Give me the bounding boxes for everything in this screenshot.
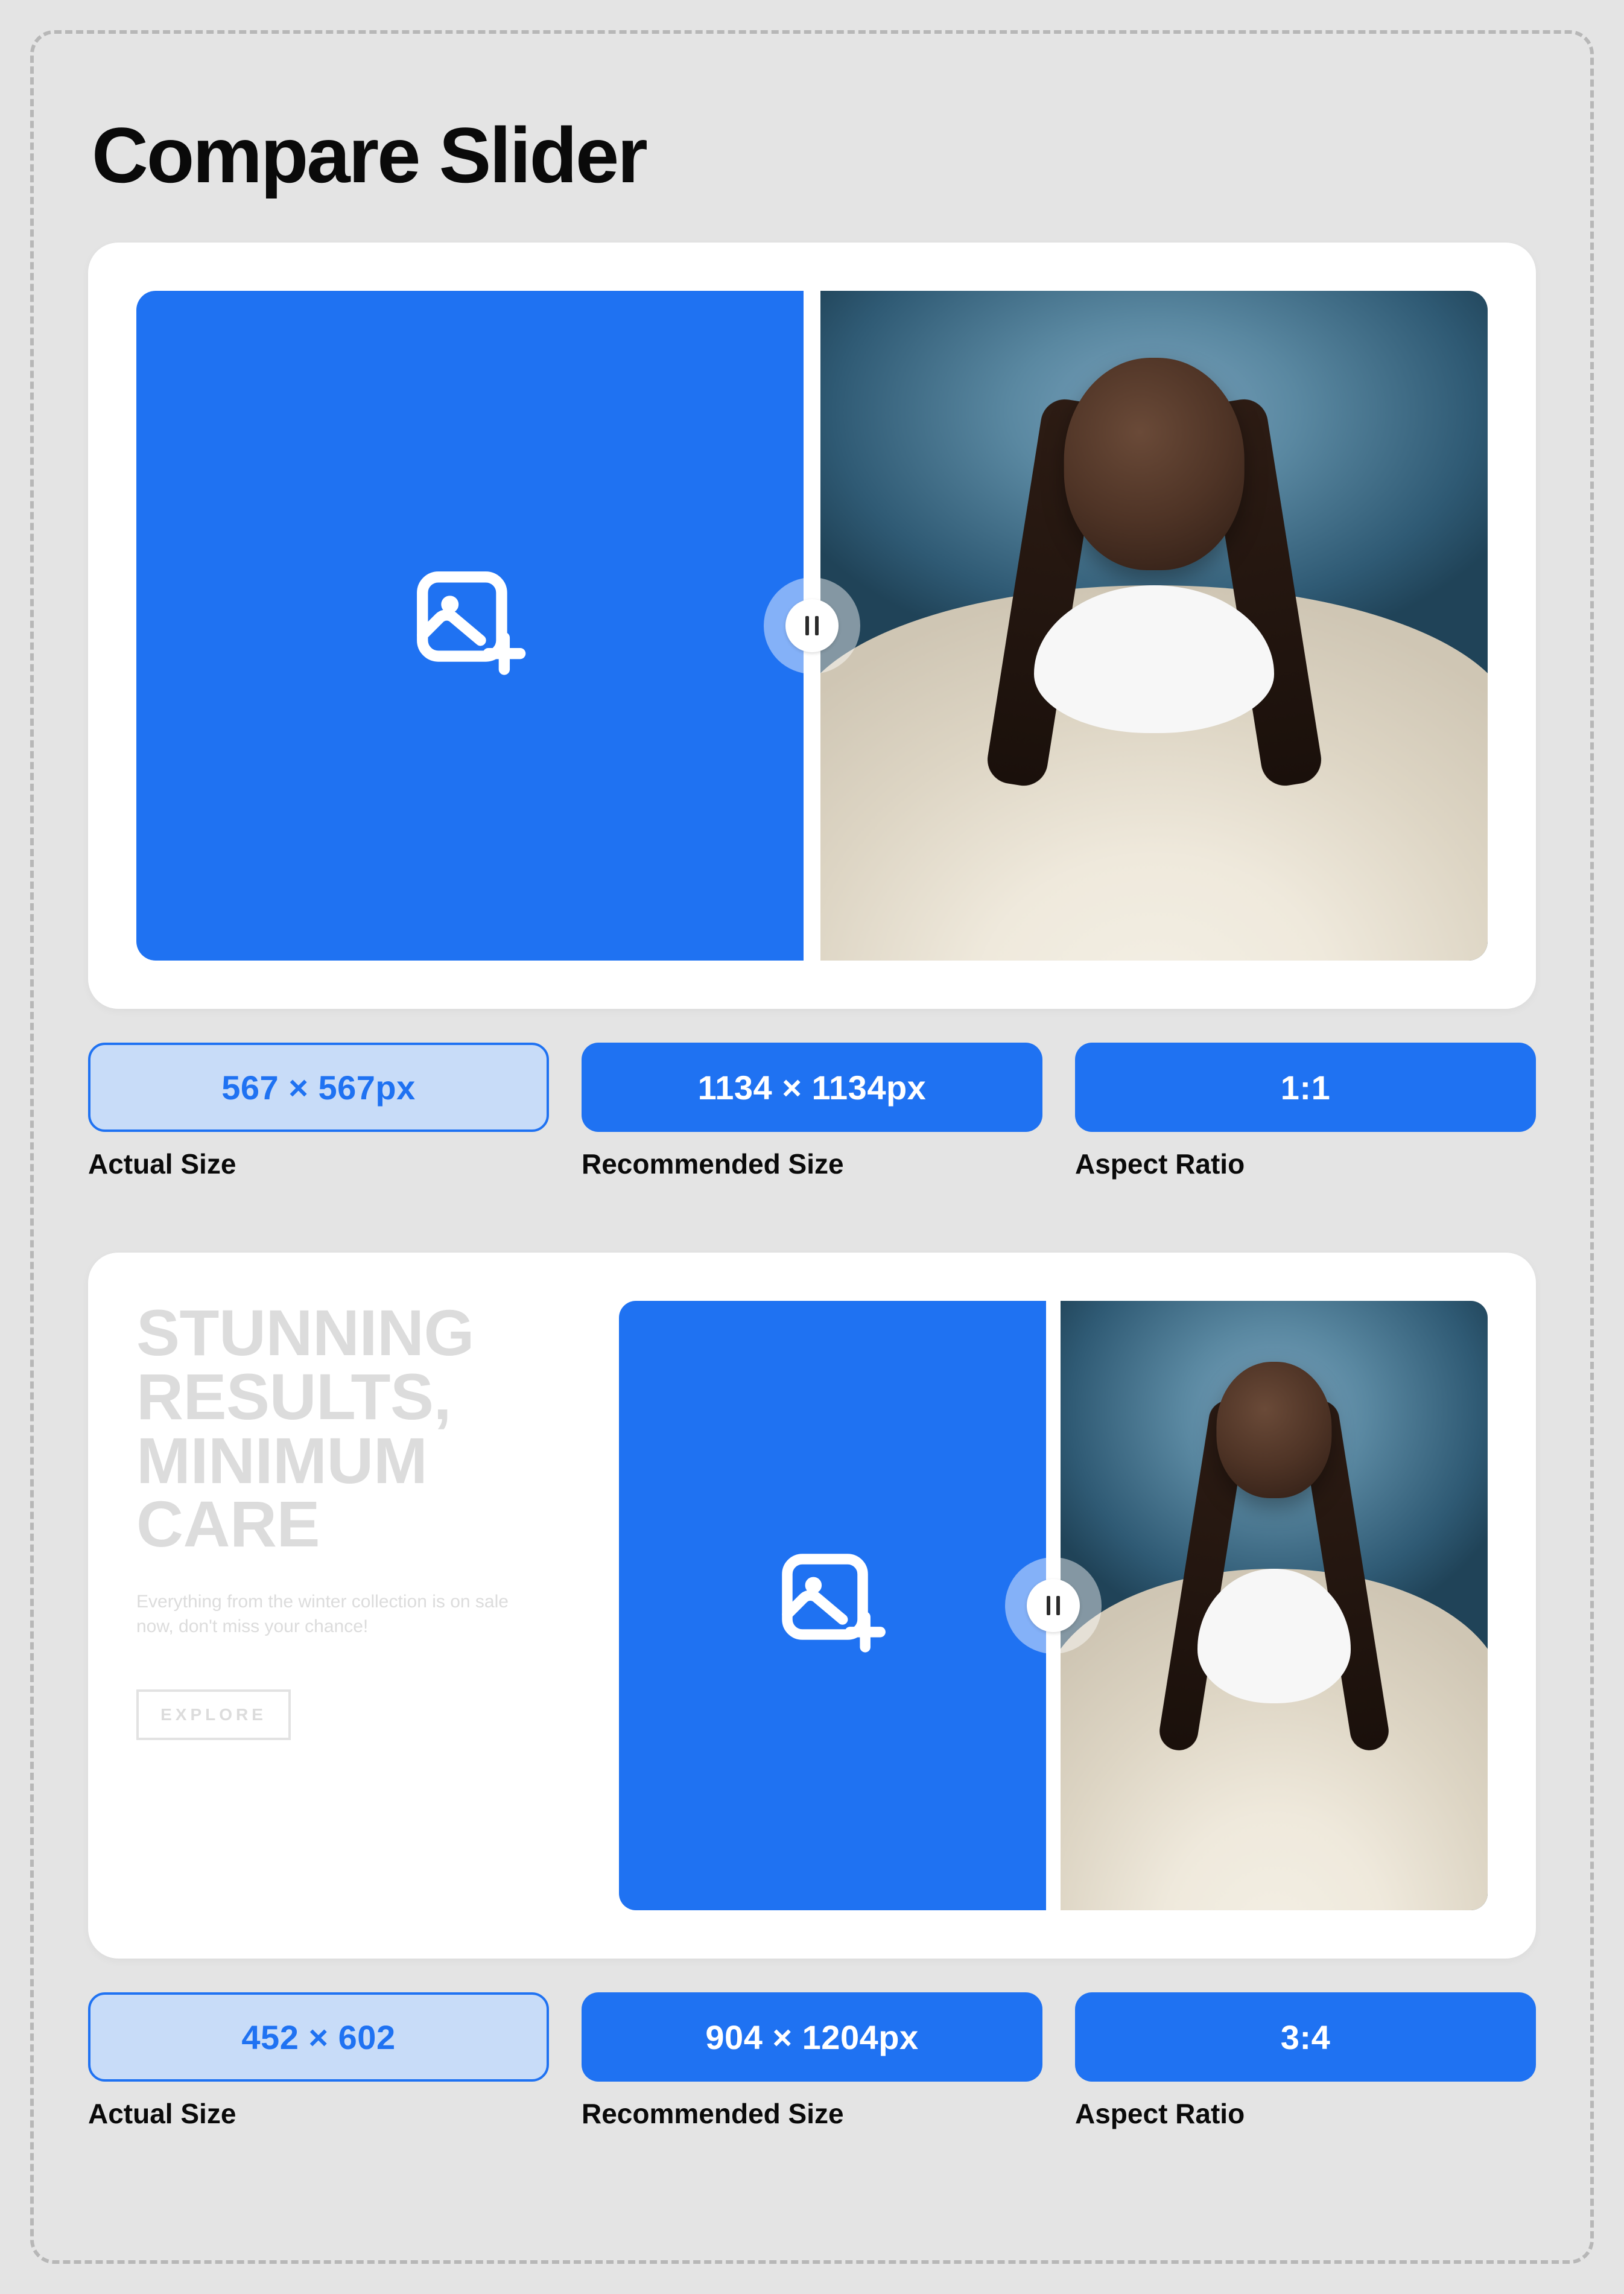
chip-actual-size-2[interactable]: 452 × 602	[88, 1992, 549, 2082]
grip-bar-icon	[815, 616, 819, 635]
spec-frame: Compare Slider	[30, 30, 1594, 2264]
compare-after-photo[interactable]	[820, 291, 1488, 961]
promo-copy: STUNNING RESULTS, MINIMUM CARE Everythin…	[136, 1301, 595, 1910]
chip-aspect-ratio-1[interactable]: 1:1	[1075, 1043, 1536, 1132]
label-aspect-ratio: Aspect Ratio	[1075, 1148, 1536, 1180]
compare-slider-1[interactable]	[136, 291, 1488, 961]
add-image-icon	[772, 1544, 893, 1668]
example-card-2: STUNNING RESULTS, MINIMUM CARE Everythin…	[88, 1253, 1536, 1959]
chip-actual-size-1[interactable]: 567 × 567px	[88, 1043, 549, 1132]
example-card-1	[88, 243, 1536, 1009]
promo-subtitle: Everything from the winter collection is…	[136, 1590, 547, 1639]
compare-handle-grip[interactable]	[785, 599, 839, 652]
promo-explore-button[interactable]: EXPLORE	[136, 1689, 291, 1740]
grip-bar-icon	[1056, 1596, 1060, 1615]
promo-title-line: MINIMUM	[136, 1424, 427, 1497]
page-title: Compare Slider	[92, 110, 1536, 200]
chip-recommended-size-2[interactable]: 904 × 1204px	[582, 1992, 1042, 2082]
label-actual-size: Actual Size	[88, 2097, 549, 2130]
info-aspect-2: 3:4 Aspect Ratio	[1075, 1992, 1536, 2130]
promo-title-line: RESULTS,	[136, 1360, 451, 1433]
add-image-icon	[407, 561, 533, 691]
grip-bar-icon	[1047, 1596, 1050, 1615]
info-actual-1: 567 × 567px Actual Size	[88, 1043, 549, 1180]
label-recommended-size: Recommended Size	[582, 1148, 1042, 1180]
promo-title: STUNNING RESULTS, MINIMUM CARE	[136, 1301, 583, 1556]
compare-after-photo[interactable]	[1061, 1301, 1488, 1910]
chip-recommended-size-1[interactable]: 1134 × 1134px	[582, 1043, 1042, 1132]
compare-before-placeholder[interactable]	[136, 291, 804, 961]
label-aspect-ratio: Aspect Ratio	[1075, 2097, 1536, 2130]
compare-handle-grip[interactable]	[1027, 1579, 1080, 1632]
promo-title-line: CARE	[136, 1487, 320, 1560]
label-actual-size: Actual Size	[88, 1148, 549, 1180]
photo-decoration	[1216, 1362, 1331, 1498]
promo-title-line: STUNNING	[136, 1296, 474, 1369]
info-actual-2: 452 × 602 Actual Size	[88, 1992, 549, 2130]
info-aspect-1: 1:1 Aspect Ratio	[1075, 1043, 1536, 1180]
label-recommended-size: Recommended Size	[582, 2097, 1042, 2130]
info-recommended-2: 904 × 1204px Recommended Size	[582, 1992, 1042, 2130]
info-recommended-1: 1134 × 1134px Recommended Size	[582, 1043, 1042, 1180]
info-row-2: 452 × 602 Actual Size 904 × 1204px Recom…	[88, 1992, 1536, 2130]
grip-bar-icon	[805, 616, 809, 635]
chip-aspect-ratio-2[interactable]: 3:4	[1075, 1992, 1536, 2082]
compare-before-placeholder[interactable]	[619, 1301, 1046, 1910]
info-row-1: 567 × 567px Actual Size 1134 × 1134px Re…	[88, 1043, 1536, 1180]
compare-slider-2[interactable]	[619, 1301, 1488, 1910]
photo-decoration	[1064, 358, 1245, 570]
